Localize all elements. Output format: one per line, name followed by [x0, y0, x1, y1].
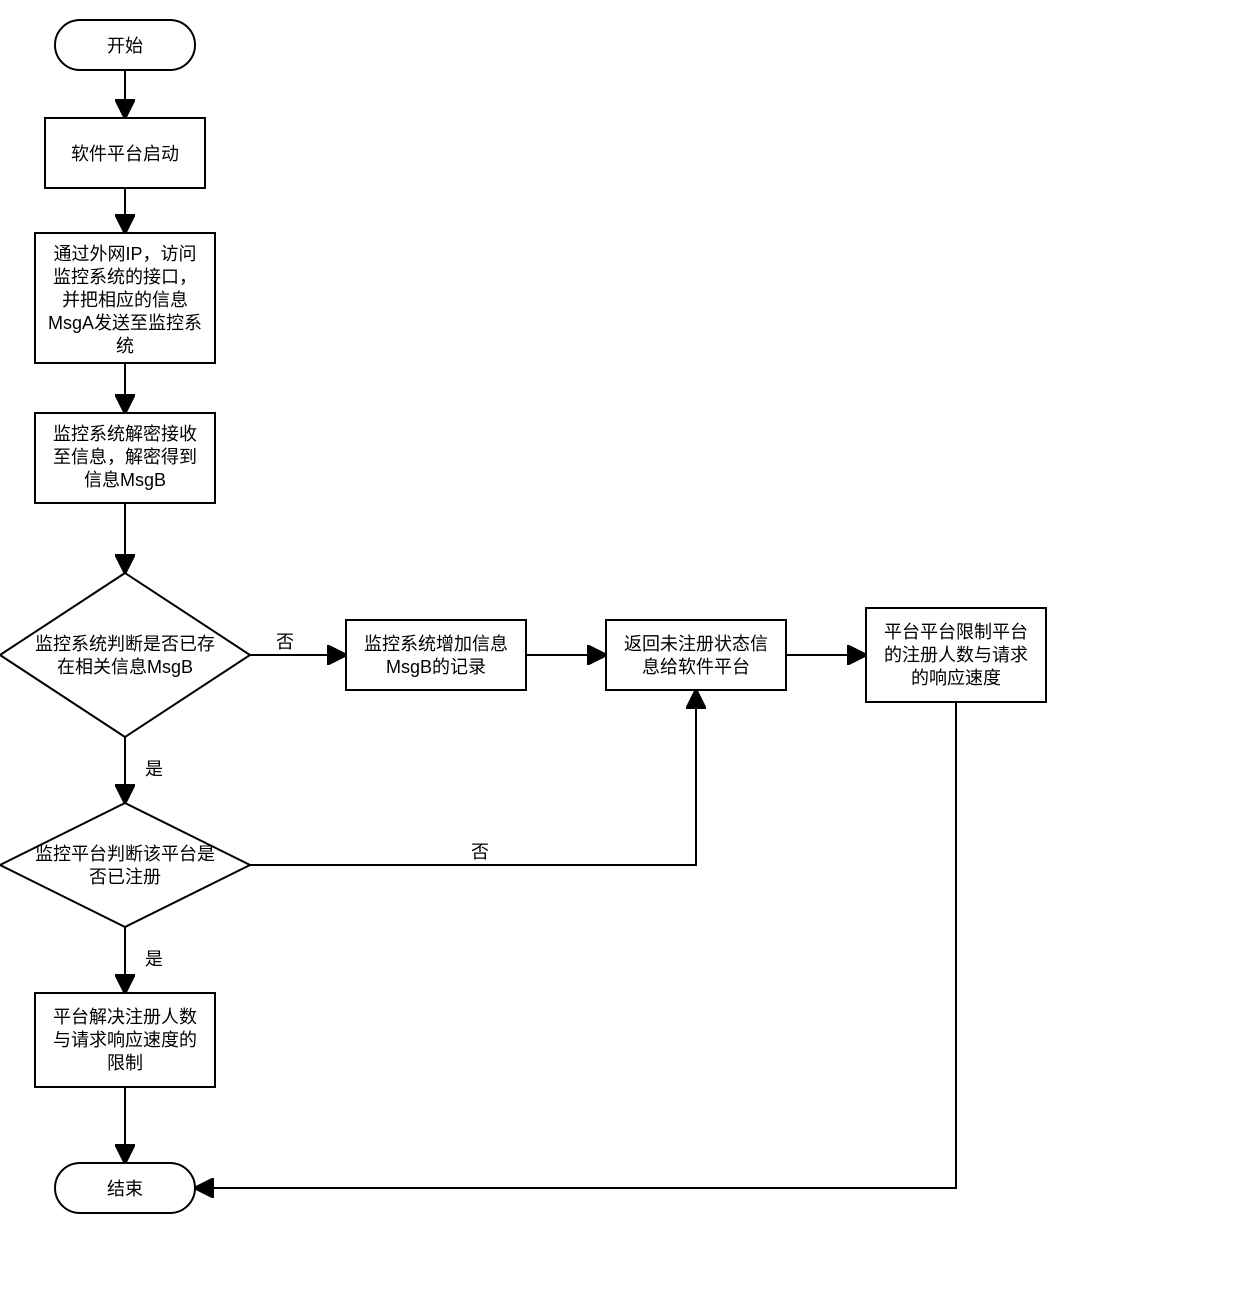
- start-label: 开始: [107, 36, 143, 56]
- step2-line3: 并把相应的信息: [62, 290, 188, 310]
- dec1-line2: 在相关信息MsgB: [57, 657, 193, 677]
- step4-node: [346, 620, 526, 690]
- step1-label: 软件平台启动: [71, 144, 179, 164]
- step3-line1: 监控系统解密接收: [53, 424, 197, 444]
- step5-line1: 返回未注册状态信: [624, 634, 768, 654]
- dec1-node: [0, 573, 250, 737]
- dec2-no-label: 否: [471, 842, 489, 862]
- edge-step6-end: [198, 702, 956, 1188]
- step7-line2: 与请求响应速度的: [53, 1030, 197, 1050]
- dec1-no-label: 否: [276, 632, 294, 652]
- step4-line1: 监控系统增加信息: [364, 634, 508, 654]
- step3-line3: 信息MsgB: [84, 470, 166, 490]
- step4-line2: MsgB的记录: [386, 657, 486, 677]
- dec2-node: [0, 803, 250, 927]
- step6-line3: 的响应速度: [911, 668, 1001, 688]
- step3-line2: 至信息，解密得到: [53, 447, 197, 467]
- step6-line2: 的注册人数与请求: [884, 645, 1028, 665]
- step6-line1: 平台平台限制平台: [884, 622, 1028, 642]
- dec2-line2: 否已注册: [89, 867, 161, 887]
- flowchart-diagram: 开始 软件平台启动 通过外网IP，访问 监控系统的接口， 并把相应的信息 Msg…: [0, 0, 1240, 1309]
- dec1-yes-label: 是: [145, 759, 163, 779]
- step5-node: [606, 620, 786, 690]
- step2-line2: 监控系统的接口，: [53, 267, 197, 287]
- dec2-line1: 监控平台判断该平台是: [35, 844, 215, 864]
- dec2-yes-label: 是: [145, 949, 163, 969]
- step2-line5: 统: [116, 336, 134, 356]
- dec1-line1: 监控系统判断是否已存: [35, 634, 215, 654]
- step7-line3: 限制: [107, 1053, 143, 1073]
- step2-line1: 通过外网IP，访问: [53, 244, 196, 264]
- step7-line1: 平台解决注册人数: [53, 1007, 197, 1027]
- end-label: 结束: [107, 1179, 143, 1199]
- edge-dec2-no: [250, 693, 696, 865]
- step2-line4: MsgA发送至监控系: [48, 313, 202, 333]
- step5-line2: 息给软件平台: [642, 657, 750, 677]
